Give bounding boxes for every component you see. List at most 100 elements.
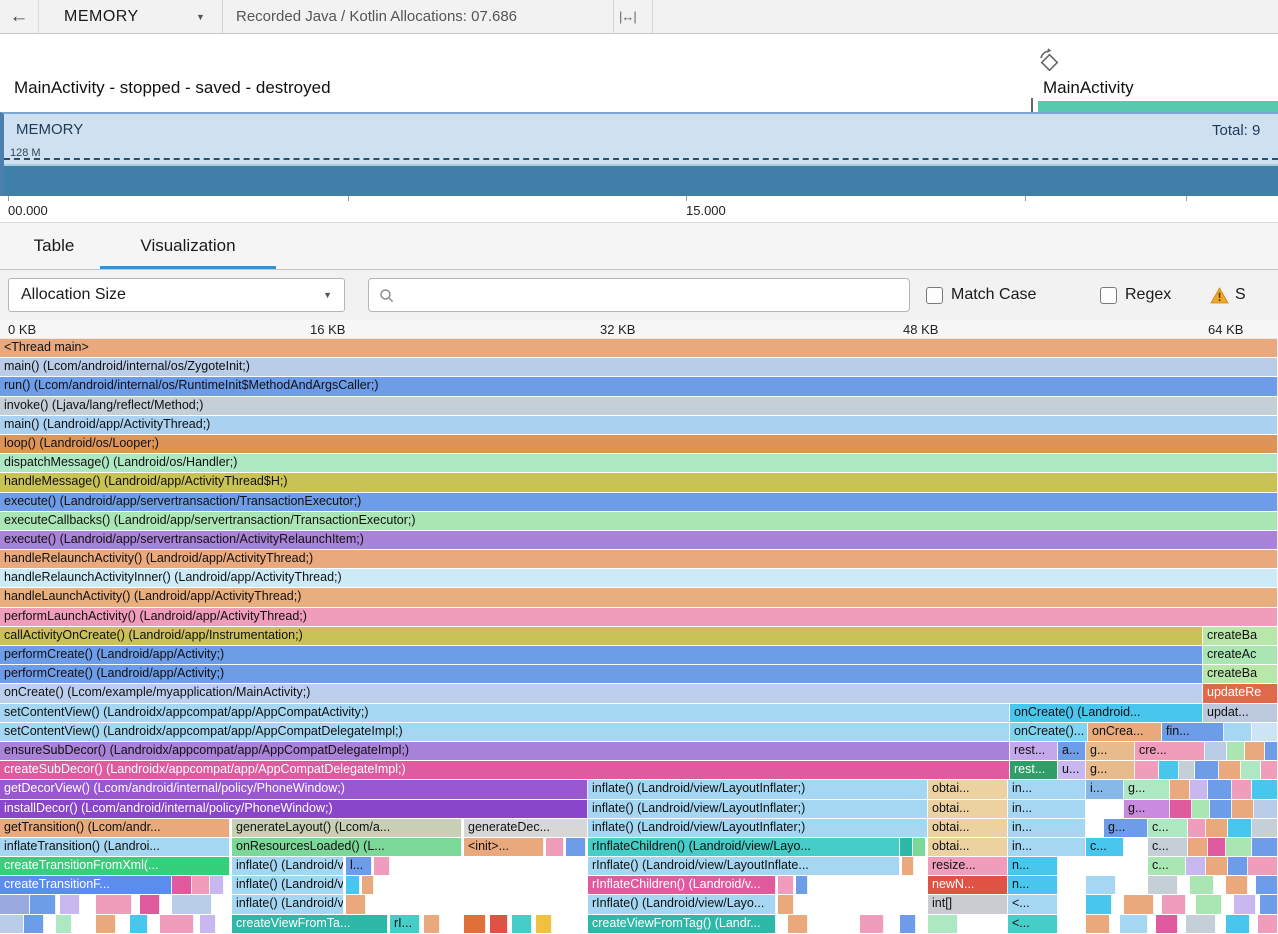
- flame-segment-small[interactable]: [778, 876, 794, 894]
- flame-segment-small[interactable]: [0, 915, 24, 933]
- flame-segment-small[interactable]: [200, 915, 216, 933]
- flame-segment[interactable]: installDecor() (Lcom/android/internal/po…: [0, 800, 588, 818]
- flame-segment-small[interactable]: [1254, 800, 1278, 818]
- flame-segment-small[interactable]: [140, 895, 160, 913]
- flame-segment-small[interactable]: [1252, 838, 1278, 856]
- flame-segment[interactable]: updateRe: [1203, 684, 1278, 702]
- flame-segment[interactable]: in...: [1008, 838, 1086, 856]
- flame-segment[interactable]: handleRelaunchActivityInner() (Landroid/…: [0, 569, 1278, 587]
- flame-segment-small[interactable]: [1186, 915, 1216, 933]
- flame-segment-small[interactable]: [362, 876, 374, 894]
- flame-segment-small[interactable]: [900, 915, 916, 933]
- flame-segment[interactable]: rInflateChildren() (Landroid/v...: [588, 876, 776, 894]
- flame-segment[interactable]: rest...: [1010, 742, 1058, 760]
- flame-segment[interactable]: createAc: [1203, 646, 1278, 664]
- flame-segment[interactable]: g...: [1104, 819, 1148, 837]
- regex-checkbox[interactable]: Regex: [1100, 278, 1171, 312]
- flame-segment-small[interactable]: [424, 915, 440, 933]
- flame-segment-small[interactable]: [1206, 819, 1228, 837]
- flame-segment[interactable]: inflate() (Landroid/view/...: [232, 895, 344, 913]
- flame-segment[interactable]: createBa: [1203, 665, 1278, 683]
- flame-segment[interactable]: c...: [1086, 838, 1124, 856]
- flame-segment-small[interactable]: [0, 895, 30, 913]
- flame-segment-small[interactable]: [1190, 780, 1208, 798]
- flame-segment[interactable]: onResourcesLoaded() (L...: [232, 838, 462, 856]
- flame-segment[interactable]: main() (Lcom/android/internal/os/ZygoteI…: [0, 358, 1278, 376]
- flame-segment-small[interactable]: [1086, 915, 1110, 933]
- flame-segment[interactable]: u...: [1058, 761, 1086, 779]
- flame-segment-small[interactable]: [1188, 819, 1206, 837]
- flame-segment-small[interactable]: [536, 915, 552, 933]
- flame-segment-small[interactable]: [1206, 857, 1228, 875]
- flame-segment[interactable]: createSubDecor() (Landroidx/appcompat/ap…: [0, 761, 1010, 779]
- flame-segment[interactable]: g...: [1124, 780, 1170, 798]
- match-case-checkbox[interactable]: Match Case: [926, 278, 1036, 312]
- flame-segment-small[interactable]: [346, 895, 366, 913]
- flame-segment-small[interactable]: [1219, 761, 1241, 779]
- flame-segment[interactable]: c...: [1148, 838, 1188, 856]
- flame-segment-small[interactable]: [796, 876, 808, 894]
- flame-segment-small[interactable]: [1179, 761, 1195, 779]
- flame-segment[interactable]: g...: [1086, 761, 1135, 779]
- flame-segment[interactable]: fin...: [1162, 723, 1224, 741]
- flame-segment[interactable]: inflateTransition() (Landroi...: [0, 838, 230, 856]
- flame-segment-small[interactable]: [512, 915, 532, 933]
- flame-segment[interactable]: n...: [1008, 876, 1058, 894]
- flame-segment[interactable]: generateDec...: [464, 819, 588, 837]
- tab-table[interactable]: Table: [18, 223, 90, 269]
- flame-segment[interactable]: inflate() (Landroid/view/...: [232, 857, 344, 875]
- flame-segment[interactable]: generateLayout() (Lcom/a...: [232, 819, 462, 837]
- flame-segment[interactable]: onCreate() (Lcom/example/myapplication/M…: [0, 684, 1203, 702]
- flame-segment-small[interactable]: [130, 915, 148, 933]
- flame-segment-small[interactable]: [172, 876, 192, 894]
- flame-segment-small[interactable]: [1196, 895, 1222, 913]
- flame-segment[interactable]: getDecorView() (Lcom/android/internal/po…: [0, 780, 588, 798]
- flame-segment-small[interactable]: [56, 915, 72, 933]
- flame-segment-small[interactable]: [1245, 742, 1265, 760]
- flame-segment[interactable]: performCreate() (Landroid/app/Activity;): [0, 665, 1203, 683]
- flame-segment-small[interactable]: [1228, 857, 1248, 875]
- flame-segment[interactable]: newN...: [928, 876, 1008, 894]
- flame-segment[interactable]: callActivityOnCreate() (Landroid/app/Ins…: [0, 627, 1203, 645]
- flame-segment-small[interactable]: [1208, 780, 1232, 798]
- flame-segment[interactable]: createBa: [1203, 627, 1278, 645]
- flame-segment-small[interactable]: [860, 915, 884, 933]
- flame-segment-small[interactable]: [788, 915, 808, 933]
- flame-segment-small[interactable]: [1170, 800, 1192, 818]
- flame-segment-small[interactable]: [1188, 838, 1208, 856]
- flame-segment-small[interactable]: [1252, 780, 1278, 798]
- flame-segment-small[interactable]: [1265, 742, 1278, 760]
- flame-segment[interactable]: <...: [1008, 895, 1058, 913]
- flame-segment-small[interactable]: [96, 915, 116, 933]
- flame-segment-small[interactable]: [346, 876, 360, 894]
- flame-segment[interactable]: rInflate() (Landroid/view/LayoutInflate.…: [588, 857, 900, 875]
- flame-segment[interactable]: createTransitionFromXml(...: [0, 857, 230, 875]
- flame-segment[interactable]: l...: [346, 857, 372, 875]
- flame-segment[interactable]: onCrea...: [1088, 723, 1162, 741]
- flame-segment[interactable]: inflate() (Landroid/view/...: [232, 876, 344, 894]
- flame-segment[interactable]: in...: [1008, 819, 1086, 837]
- flame-segment-small[interactable]: [210, 876, 224, 894]
- flame-segment-small[interactable]: [30, 895, 56, 913]
- flame-segment-small[interactable]: [464, 915, 486, 933]
- flame-segment[interactable]: obtai...: [928, 819, 1008, 837]
- flame-segment-small[interactable]: [1159, 761, 1179, 779]
- flame-segment-small[interactable]: [1135, 761, 1159, 779]
- flame-segment-small[interactable]: [1195, 761, 1219, 779]
- flame-segment[interactable]: a...: [1058, 742, 1086, 760]
- flame-segment-small[interactable]: [1156, 915, 1178, 933]
- flame-segment[interactable]: execute() (Landroid/app/servertransactio…: [0, 493, 1278, 511]
- flame-segment-small[interactable]: [928, 915, 958, 933]
- arrange-by-dropdown[interactable]: Allocation Size ▼: [8, 278, 345, 312]
- flame-segment[interactable]: handleRelaunchActivity() (Landroid/app/A…: [0, 550, 1278, 568]
- flame-segment-small[interactable]: [1256, 876, 1278, 894]
- flame-segment[interactable]: inflate() (Landroid/view/LayoutInflater;…: [588, 819, 928, 837]
- flame-segment-small[interactable]: [172, 895, 212, 913]
- flame-segment-small[interactable]: [1252, 819, 1278, 837]
- flame-segment[interactable]: <init>...: [464, 838, 544, 856]
- flame-segment-small[interactable]: [1258, 915, 1278, 933]
- flame-segment-small[interactable]: [546, 838, 564, 856]
- flame-segment[interactable]: inflate() (Landroid/view/LayoutInflater;…: [588, 780, 928, 798]
- flame-segment-small[interactable]: [1186, 857, 1206, 875]
- flame-segment-small[interactable]: [1170, 780, 1190, 798]
